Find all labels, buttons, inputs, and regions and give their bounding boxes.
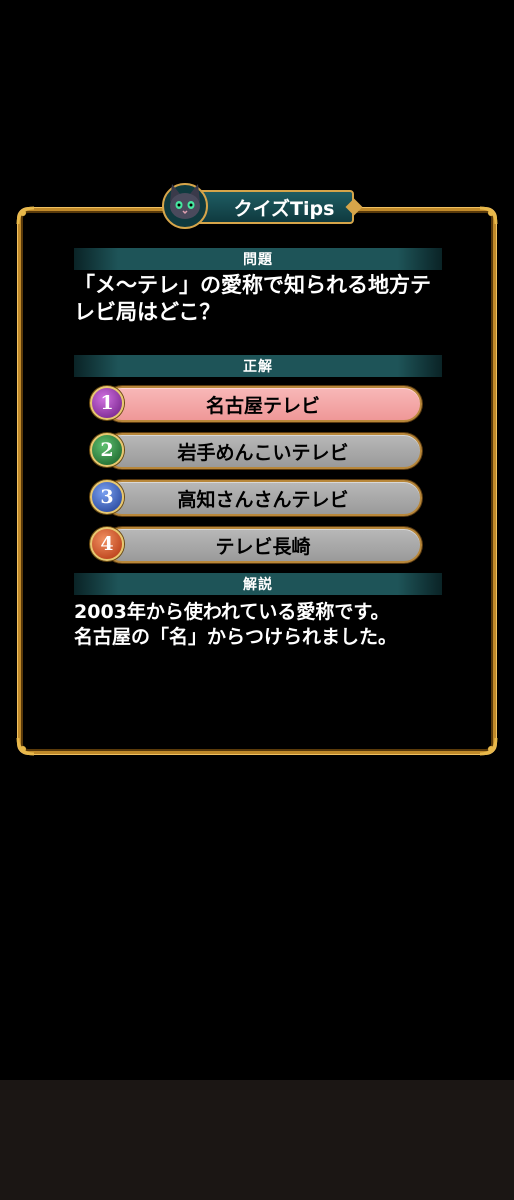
explanation-line: 名古屋の「名」からつけられました。 xyxy=(74,626,398,648)
choice-label: 名古屋テレビ xyxy=(104,386,422,422)
choice-4[interactable]: 4 テレビ長崎 xyxy=(90,524,424,566)
choice-2[interactable]: 2 岩手めんこいテレビ xyxy=(90,430,424,472)
choice-1[interactable]: 1 名古屋テレビ xyxy=(90,383,424,425)
corner-ornament-icon xyxy=(477,735,499,757)
choice-label: テレビ長崎 xyxy=(104,527,422,563)
corner-ornament-icon xyxy=(477,205,499,227)
question-header: 問題 xyxy=(74,248,442,270)
choice-label: 岩手めんこいテレビ xyxy=(104,433,422,469)
explanation-line: 2003年から使われている愛称です。 xyxy=(74,601,390,623)
cat-mascot-icon xyxy=(158,176,212,230)
explanation-header: 解説 xyxy=(74,573,442,595)
corner-ornament-icon xyxy=(15,735,37,757)
choice-label: 高知さんさんテレビ xyxy=(104,480,422,516)
choice-3[interactable]: 3 高知さんさんテレビ xyxy=(90,477,424,519)
question-line: レビ局はどこ？ xyxy=(74,300,221,324)
answer-header: 正解 xyxy=(74,355,442,377)
page-title: クイズTips xyxy=(188,190,354,224)
question-line: 「メ〜テレ」の愛称で知られる地方テ xyxy=(74,273,431,297)
bottom-bar xyxy=(0,1080,514,1200)
quiz-tips-screen: クイズTips 問題 「メ〜テレ」の愛称で知られる地方テ レビ局はどこ？ 正解 … xyxy=(0,0,514,1200)
question-text: 「メ〜テレ」の愛称で知られる地方テ レビ局はどこ？ xyxy=(74,272,454,326)
corner-ornament-icon xyxy=(15,205,37,227)
number-1-badge: 1 xyxy=(90,386,124,420)
title-plate: クイズTips xyxy=(158,183,358,230)
number-4-badge: 4 xyxy=(90,527,124,561)
number-2-badge: 2 xyxy=(90,433,124,467)
explanation-text: 2003年から使われている愛称です。 名古屋の「名」からつけられました。 xyxy=(74,600,474,650)
number-3-badge: 3 xyxy=(90,480,124,514)
